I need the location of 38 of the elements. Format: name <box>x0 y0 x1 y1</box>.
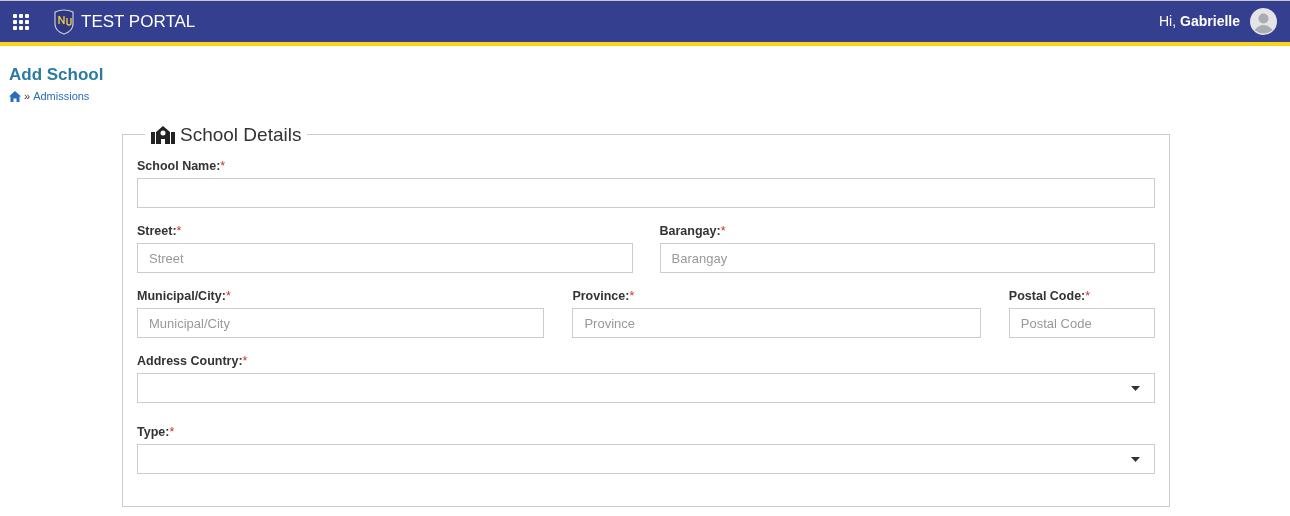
caret-down-icon <box>1131 385 1140 391</box>
home-icon[interactable] <box>9 90 21 102</box>
page-title: Add School <box>9 65 105 85</box>
text-field[interactable]: Province <box>572 308 981 338</box>
section-title: School Details <box>180 122 302 147</box>
text-field[interactable]: Postal Code <box>1008 308 1155 338</box>
field-label: Address Country: <box>137 354 243 368</box>
caret-down-icon <box>1131 456 1140 462</box>
text-field[interactable]: Street <box>137 243 633 273</box>
greeting-text: Hi, <box>1158 12 1177 31</box>
dropdown-field[interactable] <box>137 444 1155 474</box>
breadcrumb-separator: » <box>24 89 31 104</box>
field-label: Barangay: <box>659 224 721 238</box>
required-marker: * <box>225 289 231 303</box>
required-marker: * <box>629 289 635 303</box>
required-marker: * <box>220 159 226 173</box>
field-label: Postal Code: <box>1008 289 1086 303</box>
text-field[interactable] <box>137 178 1155 208</box>
avatar-icon[interactable] <box>1250 8 1277 35</box>
field-label: Municipal/City: <box>137 289 226 303</box>
field-label: Street: <box>137 224 177 238</box>
user-name[interactable]: Gabrielle <box>1180 11 1240 32</box>
shield-logo-icon <box>53 8 75 35</box>
text-field[interactable]: Municipal/City <box>137 308 545 338</box>
required-marker: * <box>242 354 248 368</box>
apps-grid-icon[interactable] <box>13 13 29 30</box>
breadcrumb-link[interactable]: Admissions <box>33 88 90 105</box>
dropdown-field[interactable] <box>137 373 1155 403</box>
text-field[interactable]: Barangay <box>659 243 1155 273</box>
field-label: School Name: <box>137 159 221 173</box>
required-marker: * <box>1085 289 1091 303</box>
required-marker: * <box>720 224 726 238</box>
required-marker: * <box>176 224 182 238</box>
portal-title: TEST PORTAL <box>81 10 196 33</box>
required-marker: * <box>169 425 175 439</box>
field-label: Type: <box>137 425 170 439</box>
field-label: Province: <box>572 289 630 303</box>
school-building-icon <box>151 125 175 144</box>
